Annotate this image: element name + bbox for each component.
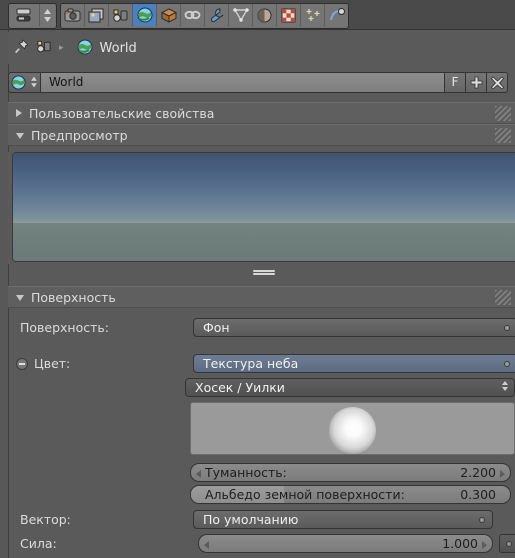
breadcrumb-world-label: World [99, 40, 137, 56]
dropdown-updown-icon [502, 381, 508, 391]
constraints-tab[interactable] [181, 4, 205, 26]
collapse-minus-icon[interactable] [16, 358, 28, 370]
preview-ground [13, 223, 515, 261]
surface-color-dropdown[interactable]: Текстура неба [193, 354, 515, 373]
close-icon [490, 75, 504, 89]
material-tab[interactable] [253, 4, 277, 26]
properties-editor: ▸ World World F Пользовательские свойств… [0, 0, 515, 558]
panel-header-custom-properties[interactable]: Пользовательские свойства [8, 102, 515, 124]
editor-type-button[interactable] [9, 4, 40, 26]
surface-shader-label: Поверхность: [20, 320, 109, 335]
object-tab[interactable] [157, 4, 181, 26]
animate-dot-icon[interactable] [504, 361, 510, 367]
slider-right-arrow-icon[interactable] [482, 541, 487, 549]
slider-right-arrow-icon[interactable] [500, 470, 505, 478]
vector-label: Вектор: [20, 512, 71, 527]
albedo-slider[interactable]: Альбедо земной поверхности: 0.300 [190, 485, 511, 504]
animate-dot-icon[interactable] [479, 517, 485, 523]
unlink-world-button[interactable] [487, 71, 508, 93]
sky-model-value: Хосек / Уилки [195, 380, 285, 395]
sun-sphere-icon [329, 407, 376, 454]
panel-header-surface[interactable]: Поверхность [8, 286, 515, 308]
surface-color-value: Текстура неба [203, 356, 299, 371]
panel-grip-icon[interactable] [495, 128, 511, 143]
preview-resize-handle[interactable] [253, 268, 275, 277]
fake-user-button[interactable]: F [445, 71, 466, 93]
preview-panel-body [8, 152, 515, 264]
strength-animate-button[interactable] [499, 534, 515, 553]
surface-shader-row: Поверхность: Фон [8, 318, 515, 338]
new-world-button[interactable] [466, 71, 487, 93]
albedo-value: 0.300 [460, 487, 496, 502]
surface-color-label: Цвет: [34, 356, 71, 371]
panel-title-preview: Предпросмотр [31, 127, 128, 143]
chevron-right-icon [16, 109, 22, 117]
strength-row: Сила: 1.000 [8, 534, 515, 554]
strength-value: 1.000 [442, 536, 478, 551]
scene-icon[interactable] [36, 39, 52, 57]
preview-sky-gradient [13, 153, 515, 223]
chevron-down-icon [16, 133, 24, 139]
editor-type-group[interactable] [8, 3, 57, 29]
albedo-label: Альбедо земной поверхности: [205, 487, 405, 502]
world-datablock-row: World F [8, 70, 508, 94]
properties-header-bar [0, 0, 515, 30]
strength-slider[interactable]: 1.000 [198, 534, 493, 553]
world-name-input[interactable]: World [41, 71, 445, 93]
texture-tab[interactable] [277, 4, 301, 26]
panel-title-surface: Поверхность [31, 289, 116, 305]
panel-title-custom-properties: Пользовательские свойства [29, 105, 215, 121]
slider-left-arrow-icon[interactable] [204, 541, 209, 549]
pin-icon[interactable] [14, 39, 29, 57]
animate-dot-icon[interactable] [504, 325, 510, 331]
strength-label: Сила: [20, 536, 57, 551]
turbidity-label: Туманность: [205, 465, 287, 480]
slider-left-arrow-icon[interactable] [196, 470, 201, 478]
surface-color-row: Цвет: Текстура неба [8, 354, 515, 374]
object-data-tab[interactable] [229, 4, 253, 26]
editor-type-updown-button[interactable] [40, 4, 55, 26]
breadcrumb: ▸ World [8, 32, 515, 64]
surface-shader-dropdown[interactable]: Фон [193, 318, 515, 337]
render-layers-tab[interactable] [85, 4, 109, 26]
panel-grip-icon[interactable] [495, 290, 511, 305]
browse-updown-icon [31, 76, 37, 88]
sun-direction-preview[interactable] [190, 402, 515, 455]
render-tab[interactable] [61, 4, 85, 26]
modifiers-tab[interactable] [205, 4, 229, 26]
surface-shader-value: Фон [203, 320, 230, 335]
chevron-down-icon [16, 295, 24, 301]
plus-icon [470, 76, 482, 88]
panel-header-preview[interactable]: Предпросмотр [8, 124, 515, 146]
particles-tab[interactable] [301, 4, 325, 26]
sky-model-dropdown[interactable]: Хосек / Уилки [185, 378, 515, 397]
world-globe-icon[interactable] [77, 39, 93, 58]
vector-value: По умолчанию [203, 512, 299, 527]
world-tab[interactable] [133, 4, 157, 26]
datablock-browse-button[interactable] [8, 71, 41, 93]
turbidity-slider[interactable]: Туманность: 2.200 [190, 463, 511, 482]
vector-dropdown[interactable]: По умолчанию [193, 510, 493, 529]
world-preview-render[interactable] [12, 152, 515, 262]
panel-grip-icon[interactable] [495, 106, 511, 121]
breadcrumb-separator-icon: ▸ [59, 43, 64, 53]
scene-tab[interactable] [109, 4, 133, 26]
properties-tab-group[interactable] [60, 3, 349, 29]
physics-tab[interactable] [325, 4, 348, 26]
turbidity-value: 2.200 [460, 465, 496, 480]
vector-row: Вектор: По умолчанию [8, 510, 515, 530]
